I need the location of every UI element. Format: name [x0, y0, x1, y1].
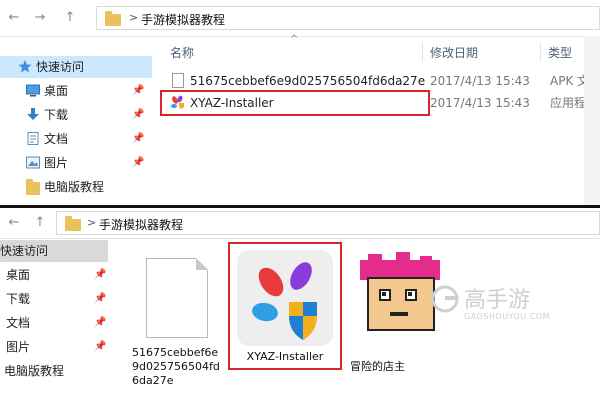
sidebar-item-downloads[interactable]: 下载 📌	[0, 104, 152, 126]
column-divider[interactable]	[422, 42, 423, 62]
folder-icon	[26, 179, 40, 195]
sidebar-item-label: 桌面	[44, 84, 69, 98]
sidebar-item-pc-tutorials[interactable]: 电脑版教程	[0, 176, 152, 198]
desktop-icon	[26, 84, 40, 97]
file-date: 2017/4/13 15:43	[430, 96, 530, 110]
sidebar-item-label: 电脑版教程	[4, 364, 65, 378]
sidebar-item-desktop[interactable]: 桌面 📌	[0, 264, 108, 286]
sidebar-item-label: 桌面	[6, 268, 31, 282]
file-tile-label: 51675cebbef6e9d025756504fd6da27e	[132, 346, 220, 387]
pin-icon[interactable]: 📌	[132, 152, 144, 174]
sidebar-item-pictures[interactable]: 图片 📌	[0, 336, 108, 358]
sidebar-item-label: 图片	[6, 340, 31, 354]
pin-icon[interactable]: 📌	[94, 264, 106, 286]
sidebar-item-label: 快速访问	[0, 244, 49, 258]
sidebar-item-label: 下载	[44, 108, 69, 122]
column-header-name[interactable]: 名称	[170, 44, 194, 61]
file-icon	[172, 73, 184, 88]
back-arrow-icon[interactable]: ←	[6, 215, 22, 231]
watermark: 高手游 GAOSHOUYOU.COM	[430, 280, 560, 330]
blank-file-icon	[146, 258, 208, 338]
sidebar-item-label: 快速访问	[36, 60, 85, 74]
sidebar-item-label: 电脑版教程	[44, 180, 105, 194]
sidebar-item-label: 下载	[6, 292, 31, 306]
sidebar-item-documents[interactable]: 文档 📌	[0, 312, 108, 334]
document-icon	[27, 132, 39, 145]
sort-caret-icon[interactable]: ^	[290, 34, 298, 45]
folder-icon	[65, 216, 81, 231]
sidebar-item-downloads[interactable]: 下载 📌	[0, 288, 108, 310]
top-address-field[interactable]: > 手游模拟器教程	[96, 6, 600, 30]
folder-icon	[105, 11, 121, 26]
sidebar-item-pictures[interactable]: 图片 📌	[0, 152, 152, 174]
bottom-address-field[interactable]: > 手游模拟器教程	[56, 211, 600, 235]
top-navigation-pane: 快速访问 桌面 📌 下载 📌 文档 📌 图片 📌 电脑版教程	[0, 36, 152, 205]
highlight-box	[228, 242, 342, 370]
pin-icon[interactable]: 📌	[132, 104, 144, 126]
sidebar-item-quick-access[interactable]: 快速访问	[0, 240, 108, 262]
file-name: 51675cebbef6e9d025756504fd6da27e	[190, 74, 426, 88]
sidebar-item-pc-tutorials[interactable]: 电脑版教程	[0, 360, 108, 382]
top-explorer-window: ← → ↑ > 手游模拟器教程 快速访问 桌面 📌 下载 📌 文档 📌 图片 📌…	[0, 0, 600, 205]
picture-icon	[26, 156, 40, 169]
bottom-address-bar: ← ↑ > 手游模拟器教程	[0, 208, 600, 239]
forward-arrow-icon[interactable]: →	[32, 10, 48, 26]
breadcrumb-separator: >	[87, 216, 97, 229]
breadcrumb-folder[interactable]: 手游模拟器教程	[99, 216, 183, 233]
sidebar-item-label: 图片	[44, 156, 69, 170]
pin-icon[interactable]: 📌	[94, 336, 106, 358]
file-tile-apk[interactable]: 51675cebbef6e9d025756504fd6da27e	[130, 250, 226, 400]
highlight-box	[160, 90, 430, 116]
breadcrumb-separator: >	[129, 11, 139, 24]
back-arrow-icon[interactable]: ←	[6, 10, 22, 26]
bottom-explorer-window: ← ↑ > 手游模拟器教程 快速访问 桌面 📌 下载 📌 文档 📌 图片 📌 电…	[0, 208, 600, 400]
watermark-site: GAOSHOUYOU.COM	[464, 312, 551, 321]
column-divider[interactable]	[540, 42, 541, 62]
vertical-scrollbar[interactable]	[584, 36, 600, 205]
up-arrow-icon[interactable]: ↑	[62, 10, 78, 26]
watermark-brand: 高手游	[464, 288, 531, 313]
file-date: 2017/4/13 15:43	[430, 74, 530, 88]
sidebar-item-label: 文档	[6, 316, 31, 330]
sidebar-item-quick-access[interactable]: 快速访问	[0, 56, 152, 78]
file-row-apk[interactable]: 51675cebbef6e9d025756504fd6da27e 2017/4/…	[158, 70, 600, 92]
bottom-navigation-pane: 快速访问 桌面 📌 下载 📌 文档 📌 图片 📌 电脑版教程	[0, 238, 108, 400]
download-icon	[27, 108, 39, 120]
file-tile-label: 冒险的店主	[350, 360, 405, 373]
sidebar-item-documents[interactable]: 文档 📌	[0, 128, 152, 150]
top-address-bar: ← → ↑ > 手游模拟器教程	[0, 0, 600, 37]
star-icon	[18, 60, 32, 73]
breadcrumb-folder[interactable]: 手游模拟器教程	[141, 11, 225, 28]
pin-icon[interactable]: 📌	[94, 312, 106, 334]
column-header-type[interactable]: 类型	[548, 44, 572, 61]
pin-icon[interactable]: 📌	[132, 128, 144, 150]
sidebar-item-label: 文档	[44, 132, 69, 146]
top-file-list: ^ 名称 修改日期 类型 51675cebbef6e9d025756504fd6…	[152, 34, 600, 205]
pin-icon[interactable]: 📌	[132, 80, 144, 102]
up-arrow-icon[interactable]: ↑	[32, 215, 48, 231]
watermark-logo-icon	[431, 285, 459, 313]
column-header-date[interactable]: 修改日期	[430, 44, 478, 61]
sidebar-item-desktop[interactable]: 桌面 📌	[0, 80, 152, 102]
pin-icon[interactable]: 📌	[94, 288, 106, 310]
